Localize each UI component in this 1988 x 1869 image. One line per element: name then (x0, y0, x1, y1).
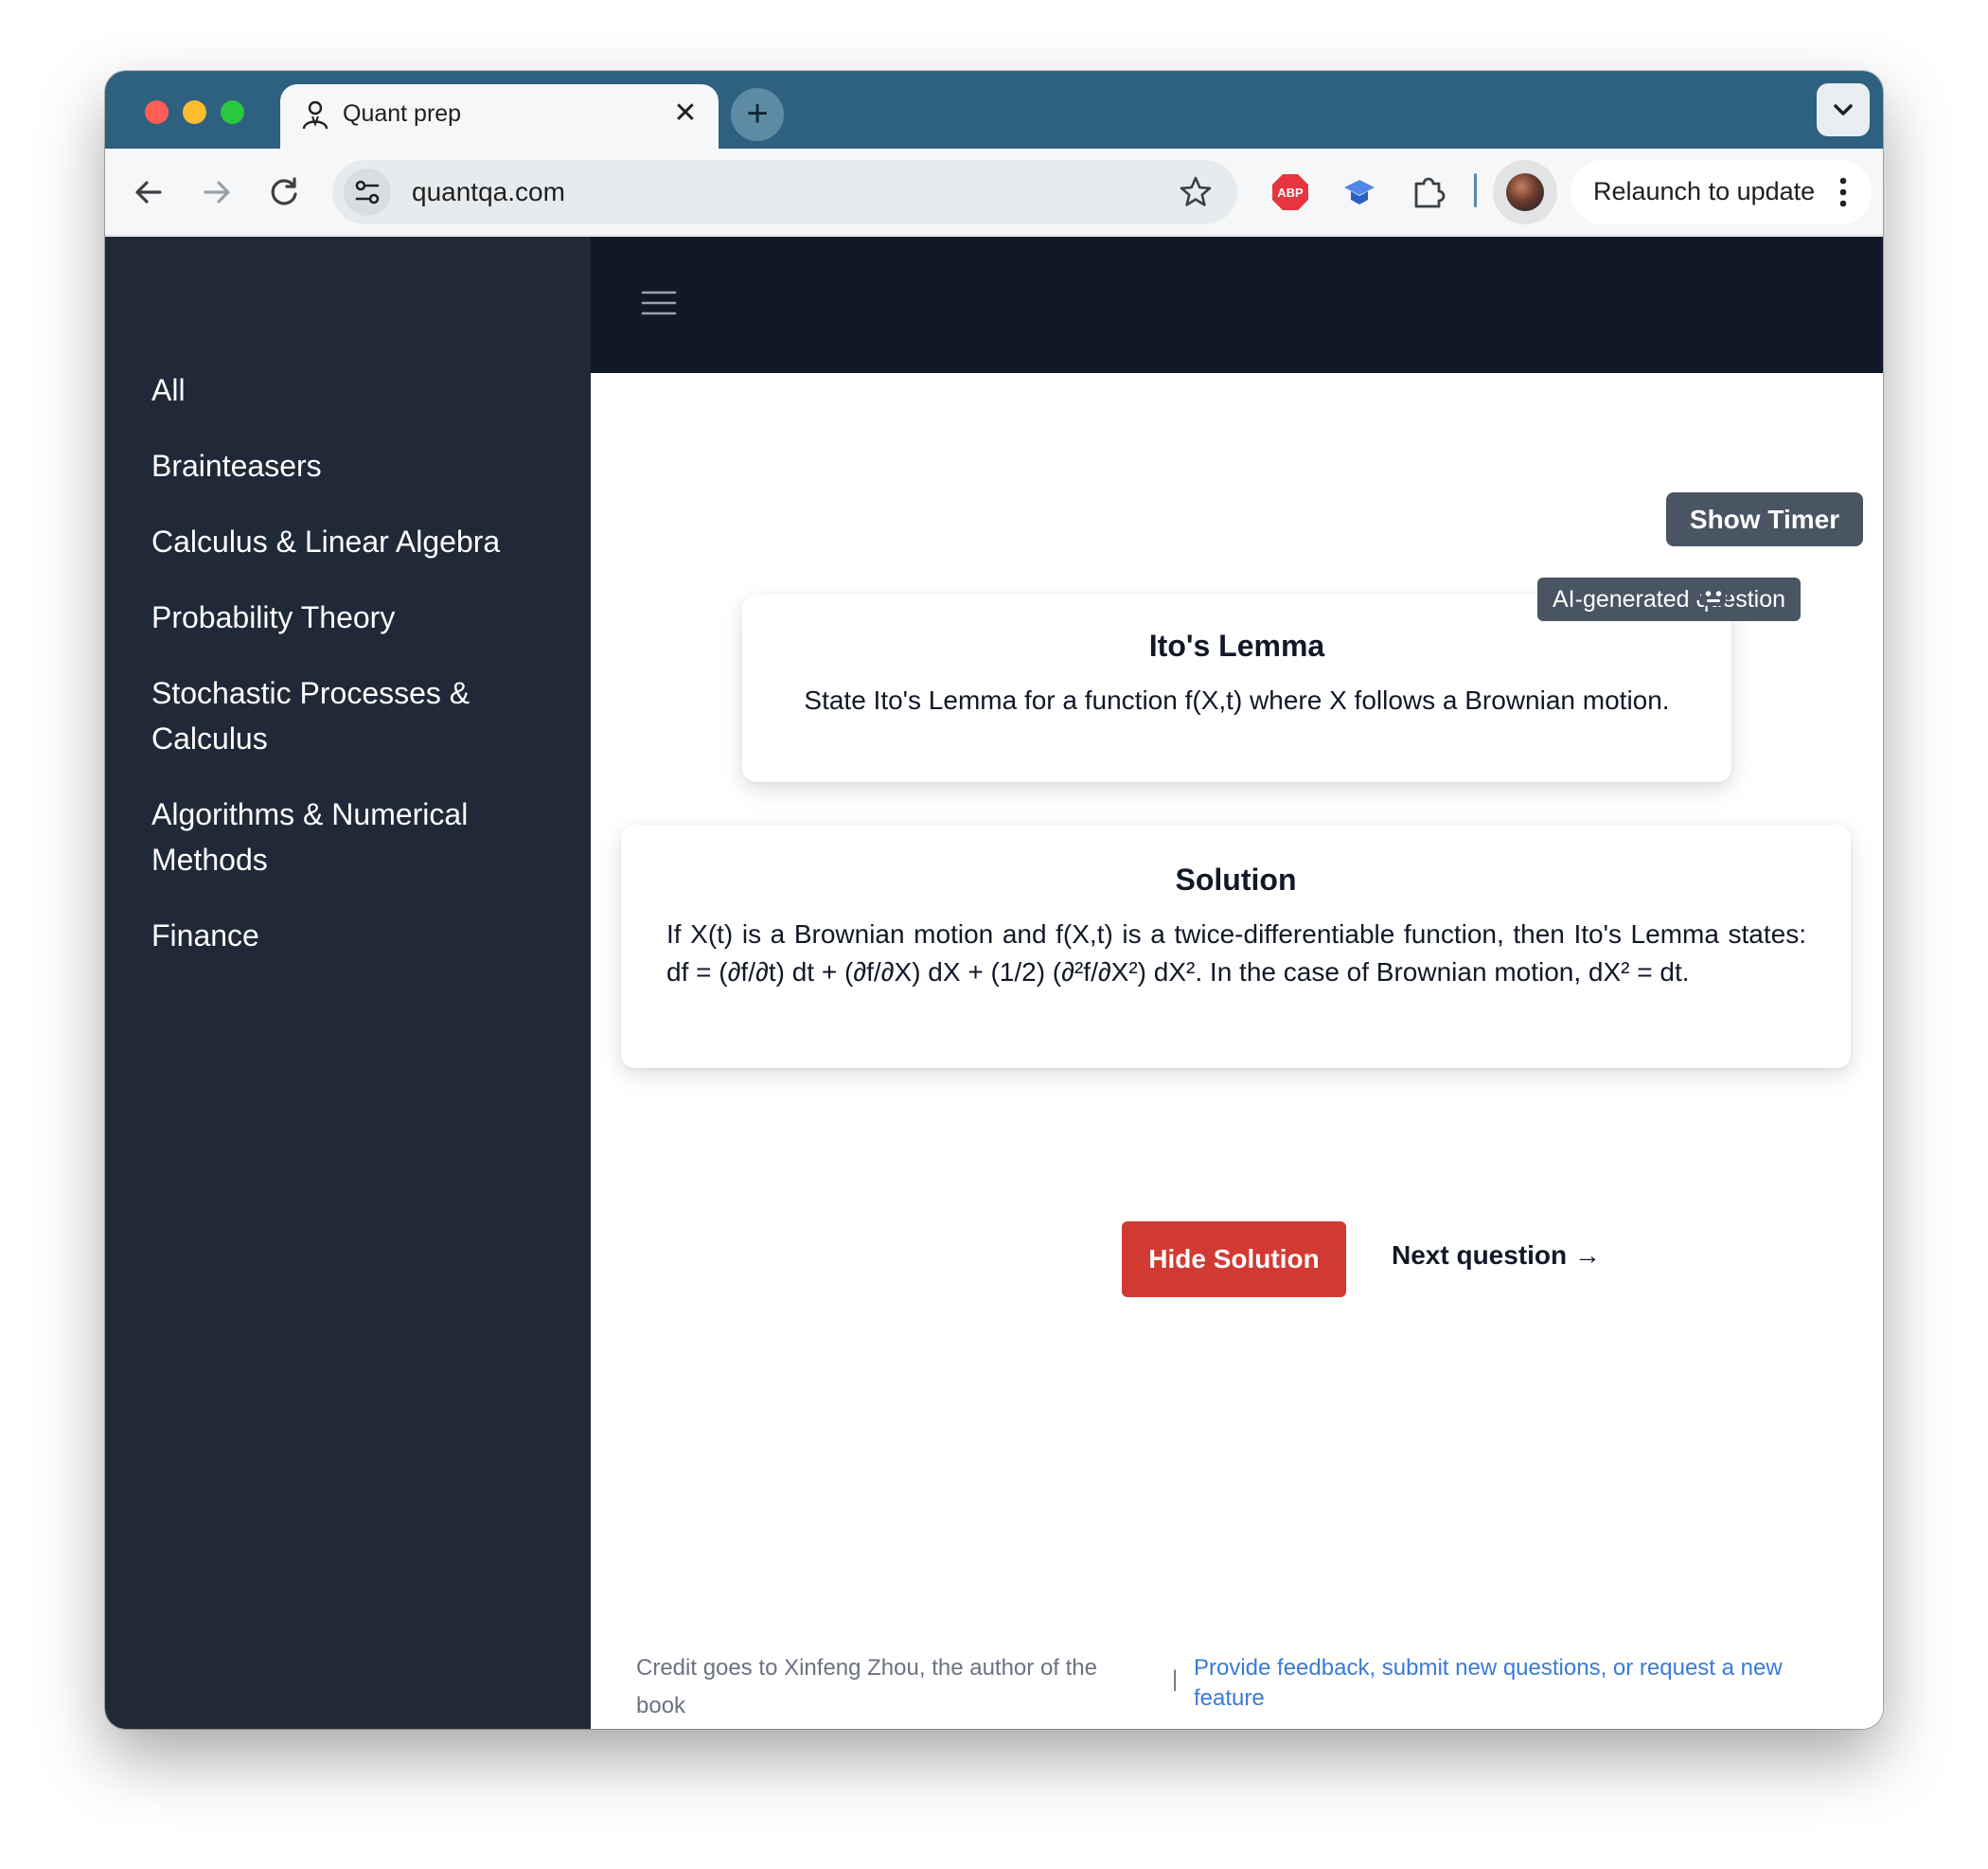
next-question-link[interactable]: Next question → (1392, 1240, 1601, 1271)
hamburger-icon[interactable] (640, 284, 678, 322)
top-bar (591, 237, 1883, 373)
sidebar: All Brainteasers Calculus & Linear Algeb… (105, 237, 591, 1729)
relaunch-button[interactable]: Relaunch to update (1571, 160, 1872, 224)
address-bar[interactable]: quantqa.com (332, 160, 1237, 224)
sidebar-item-calculus-linear-algebra[interactable]: Calculus & Linear Algebra (151, 519, 568, 564)
star-icon[interactable] (1177, 173, 1215, 211)
more-vert-icon (1839, 177, 1847, 207)
close-tab-icon[interactable]: ✕ (669, 98, 701, 130)
avatar (1506, 173, 1544, 211)
solution-text: If X(t) is a Brownian motion and f(X,t) … (666, 919, 1806, 987)
abp-label: ABP (1277, 186, 1304, 200)
arrow-right-icon[interactable] (194, 169, 240, 215)
question-card: Ito's Lemma State Ito's Lemma for a func… (742, 595, 1731, 782)
maximize-window-button[interactable] (221, 100, 244, 124)
close-window-button[interactable] (145, 100, 169, 124)
new-tab-button[interactable]: + (731, 88, 784, 141)
url-text: quantqa.com (412, 177, 565, 206)
sidebar-item-algorithms[interactable]: Algorithms & Numerical Methods (151, 792, 568, 882)
toolbar-divider (1474, 173, 1477, 207)
question-text: State Ito's Lemma for a function f(X,t) … (804, 685, 1670, 715)
profile-button[interactable] (1493, 160, 1557, 224)
solution-card: Solution If X(t) is a Brownian motion an… (621, 825, 1851, 1068)
reload-icon[interactable] (261, 169, 307, 215)
sidebar-item-brainteasers[interactable]: Brainteasers (151, 443, 568, 489)
browser-toolbar: quantqa.com ABP Relaunch to update (105, 149, 1883, 236)
minimize-window-button[interactable] (183, 100, 206, 124)
arrow-left-icon[interactable] (126, 169, 171, 215)
main-content: Show Timer Ito's Lemma State Ito's Lemma… (591, 373, 1883, 1729)
sidebar-item-stochastic-processes[interactable]: Stochastic Processes & Calculus (151, 670, 568, 761)
robot-icon[interactable] (1695, 578, 1731, 610)
credit-text: Credit goes to Xinfeng Zhou, the author … (636, 1655, 1097, 1718)
tune-icon (355, 180, 380, 205)
category-nav: All Brainteasers Calculus & Linear Algeb… (151, 367, 568, 988)
ai-generated-tooltip: AI-generated question (1537, 578, 1802, 621)
feedback-link[interactable]: Provide feedback, submit new questions, … (1194, 1653, 1837, 1714)
browser-window: Quant prep ✕ + quantqa.com ABP Relaunch … (105, 71, 1883, 1729)
tab-quant-prep[interactable]: Quant prep ✕ (280, 84, 719, 149)
sidebar-item-finance[interactable]: Finance (151, 913, 568, 958)
hide-solution-button[interactable]: Hide Solution (1122, 1221, 1346, 1297)
footer-separator: | (1172, 1666, 1179, 1692)
tab-title: Quant prep (343, 100, 462, 127)
sidebar-item-all[interactable]: All (151, 367, 568, 413)
graduation-cap-icon[interactable] (1338, 170, 1381, 214)
site-info-button[interactable] (344, 169, 391, 216)
puzzle-icon[interactable] (1408, 170, 1451, 214)
abp-icon[interactable]: ABP (1269, 170, 1312, 214)
solution-title: Solution (1175, 863, 1297, 897)
tab-search-button[interactable] (1817, 83, 1870, 136)
relaunch-label: Relaunch to update (1593, 177, 1816, 205)
show-timer-button[interactable]: Show Timer (1666, 492, 1863, 546)
footer: Credit goes to Xinfeng Zhou, the author … (591, 1649, 1883, 1729)
question-title: Ito's Lemma (1148, 629, 1325, 663)
web-page: All Brainteasers Calculus & Linear Algeb… (105, 237, 1883, 1729)
tab-strip: Quant prep ✕ + (105, 71, 1883, 149)
sidebar-item-probability-theory[interactable]: Probability Theory (151, 595, 568, 640)
chevron-down-icon (1834, 104, 1853, 116)
quant-user-icon (302, 100, 328, 130)
